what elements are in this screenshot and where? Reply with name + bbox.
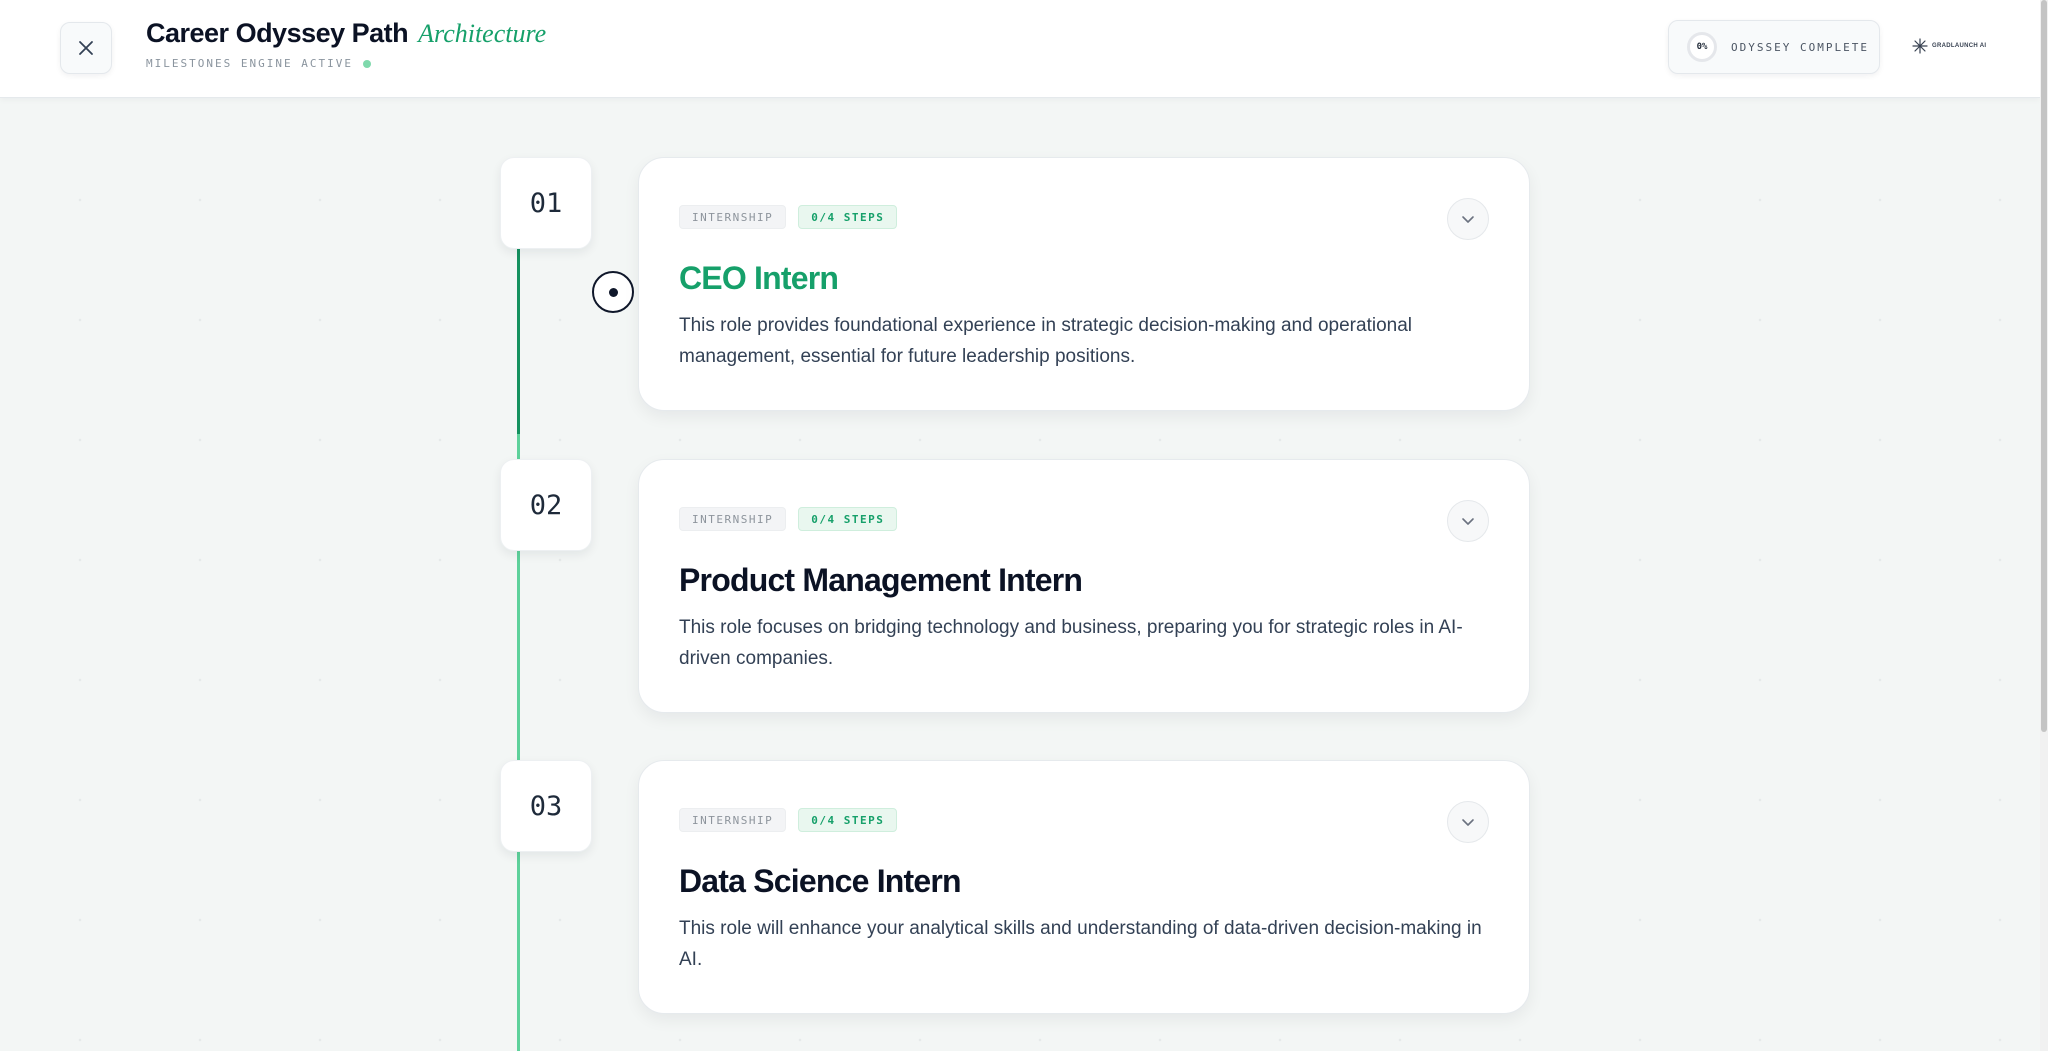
milestone-card-2[interactable]: INTERNSHIP 0/4 STEPS Product Management … xyxy=(638,459,1530,713)
engine-status-label: MILESTONES ENGINE ACTIVE xyxy=(146,57,353,70)
milestone-title: CEO Intern xyxy=(679,260,839,296)
spark-logo-icon xyxy=(1912,38,1928,54)
milestone-number-1: 01 xyxy=(500,157,592,249)
milestone-description: This role focuses on bridging technology… xyxy=(679,617,1463,669)
progress-ring: 0% xyxy=(1687,32,1717,62)
brand-name: GRADLAUNCH AI xyxy=(1932,43,1987,49)
page-title: Career Odyssey Path xyxy=(146,18,409,48)
milestone-steps-tag: 0/4 STEPS xyxy=(798,507,898,531)
progress-value: 0% xyxy=(1696,42,1708,52)
close-button[interactable] xyxy=(60,22,112,74)
expand-button[interactable] xyxy=(1447,198,1489,240)
milestone-type-tag: INTERNSHIP xyxy=(679,808,787,832)
milestone-type-tag: INTERNSHIP xyxy=(679,205,787,229)
milestone-number-label: 03 xyxy=(529,790,563,822)
milestone-steps-tag: 0/4 STEPS xyxy=(798,205,898,229)
active-marker-dot-icon xyxy=(608,287,618,297)
milestone-type-tag: INTERNSHIP xyxy=(679,507,787,531)
milestone-steps-tag: 0/4 STEPS xyxy=(798,808,898,832)
status-dot-icon xyxy=(362,59,371,68)
milestone-card-3[interactable]: INTERNSHIP 0/4 STEPS Data Science Intern… xyxy=(638,760,1530,1014)
odyssey-progress: 0% ODYSSEY COMPLETE xyxy=(1668,20,1880,74)
expand-button[interactable] xyxy=(1447,500,1489,542)
milestone-title: Product Management Intern xyxy=(679,562,1083,598)
chevron-down-icon xyxy=(1462,819,1474,826)
milestone-card-1[interactable]: INTERNSHIP 0/4 STEPS CEO Intern This rol… xyxy=(638,157,1530,411)
milestone-number-label: 02 xyxy=(529,489,563,521)
expand-button[interactable] xyxy=(1447,801,1489,843)
milestone-description: This role provides foundational experien… xyxy=(679,315,1412,367)
milestone-number-2: 02 xyxy=(500,459,592,551)
milestone-number-label: 01 xyxy=(529,187,563,219)
chevron-down-icon xyxy=(1462,518,1474,525)
milestone-tags: INTERNSHIP 0/4 STEPS xyxy=(679,205,898,229)
close-icon xyxy=(79,41,93,55)
progress-label: ODYSSEY COMPLETE xyxy=(1731,40,1869,54)
title-block: Career Odyssey Path Architecture MILESTO… xyxy=(146,18,546,70)
timeline-progress-line xyxy=(517,244,520,434)
milestone-tags: INTERNSHIP 0/4 STEPS xyxy=(679,808,898,832)
page-scrollbar[interactable] xyxy=(2040,0,2048,1051)
page-title-accent: Architecture xyxy=(418,19,547,48)
top-header: Career Odyssey Path Architecture MILESTO… xyxy=(0,0,2040,98)
milestone-description: This role will enhance your analytical s… xyxy=(679,918,1482,970)
milestone-number-3: 03 xyxy=(500,760,592,852)
chevron-down-icon xyxy=(1462,216,1474,223)
engine-status: MILESTONES ENGINE ACTIVE xyxy=(146,57,546,70)
active-milestone-marker xyxy=(592,271,634,313)
milestone-tags: INTERNSHIP 0/4 STEPS xyxy=(679,507,898,531)
milestone-title: Data Science Intern xyxy=(679,863,962,899)
scrollbar-thumb[interactable] xyxy=(2041,0,2047,732)
brand-logo: GRADLAUNCH AI xyxy=(1912,36,1986,56)
